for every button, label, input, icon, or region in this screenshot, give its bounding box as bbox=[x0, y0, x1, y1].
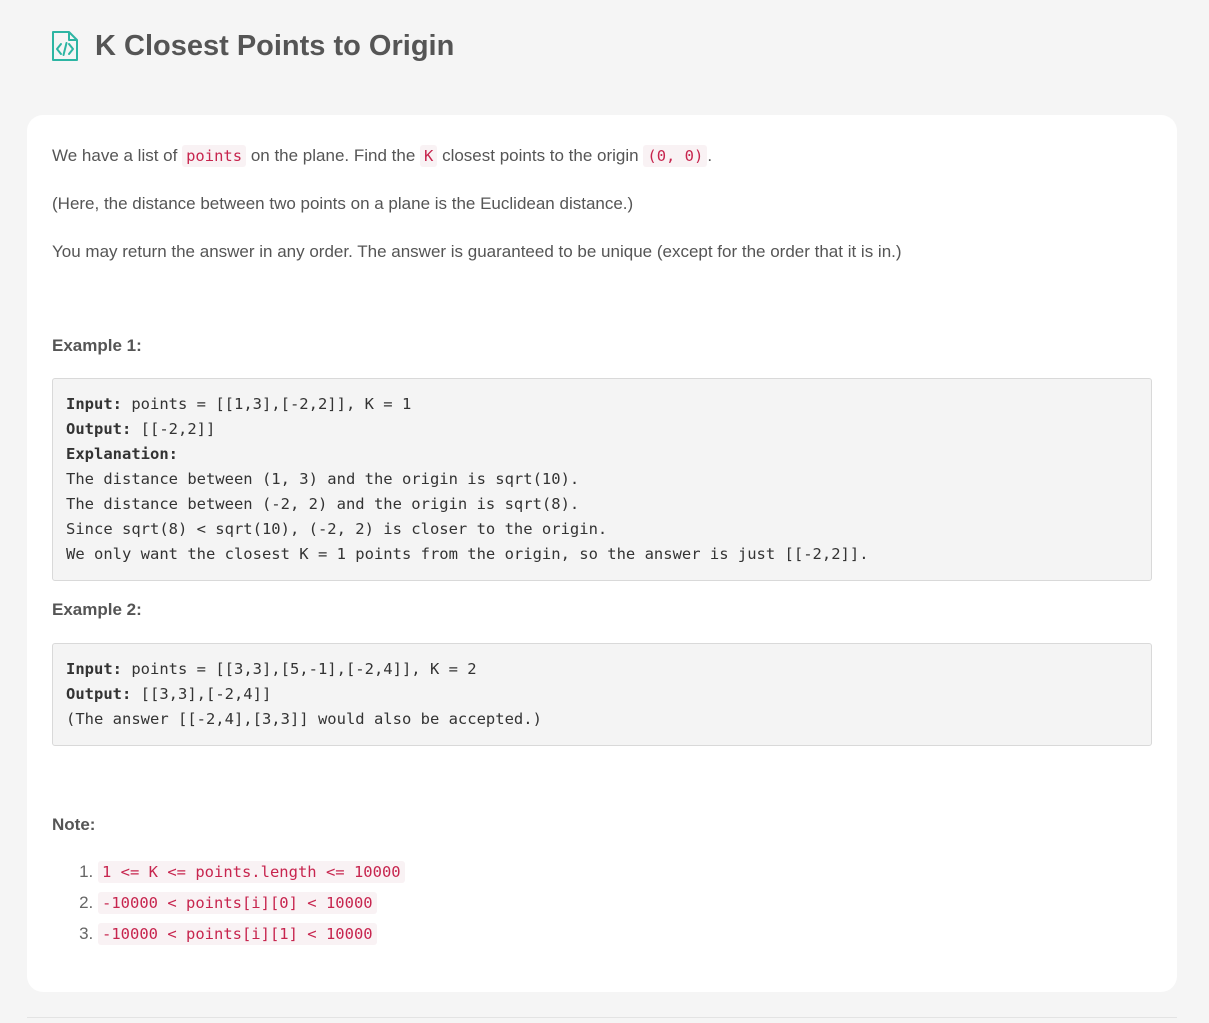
example-1-explanation-line: We only want the closest K = 1 points fr… bbox=[66, 545, 869, 563]
example-1-explanation-line: The distance between (-2, 2) and the ori… bbox=[66, 495, 580, 513]
example-2-output-value: [[3,3],[-2,4]] bbox=[131, 685, 272, 703]
description-paragraph-1: We have a list of points on the plane. F… bbox=[52, 144, 712, 168]
problem-card: We have a list of points on the plane. F… bbox=[27, 115, 1177, 992]
description-text: closest points to the origin bbox=[437, 146, 644, 165]
example-2-heading: Example 2: bbox=[52, 600, 142, 619]
inline-code-points: points bbox=[182, 145, 247, 167]
note-item-code: -10000 < points[i][1] < 10000 bbox=[98, 923, 377, 945]
example-2-code-block: Input: points = [[3,3],[5,-1],[-2,4]], K… bbox=[52, 643, 1152, 746]
note-item: -10000 < points[i][1] < 10000 bbox=[98, 922, 405, 953]
example-1-output-value: [[-2,2]] bbox=[131, 420, 216, 438]
inline-code-origin: (0, 0) bbox=[643, 145, 708, 167]
description-text: We have a list of bbox=[52, 146, 183, 165]
note-heading: Note: bbox=[52, 815, 96, 834]
code-file-icon bbox=[51, 30, 79, 62]
example-1-explanation-label: Explanation: bbox=[66, 445, 178, 463]
note-item: 1 <= K <= points.length <= 10000 bbox=[98, 860, 405, 891]
example-1-input-label: Input: bbox=[66, 395, 122, 413]
example-1-heading: Example 1: bbox=[52, 336, 142, 355]
problem-page: K Closest Points to Origin We have a lis… bbox=[0, 0, 1209, 1023]
note-item-code: -10000 < points[i][0] < 10000 bbox=[98, 892, 377, 914]
example-1-input-value: points = [[1,3],[-2,2]], K = 1 bbox=[122, 395, 412, 413]
example-2-input-value: points = [[3,3],[5,-1],[-2,4]], K = 2 bbox=[122, 660, 477, 678]
description-text: . bbox=[707, 146, 713, 165]
example-1-explanation-line: The distance between (1, 3) and the orig… bbox=[66, 470, 580, 488]
title-row: K Closest Points to Origin bbox=[51, 26, 454, 66]
example-2-input-label: Input: bbox=[66, 660, 122, 678]
description-paragraph-3: You may return the answer in any order. … bbox=[52, 242, 902, 261]
page-title: K Closest Points to Origin bbox=[95, 29, 455, 62]
inline-code-k: K bbox=[420, 145, 438, 167]
example-1-explanation-line: Since sqrt(8) < sqrt(10), (-2, 2) is clo… bbox=[66, 520, 608, 538]
example-1-code-block: Input: points = [[1,3],[-2,2]], K = 1 Ou… bbox=[52, 378, 1152, 581]
description-paragraph-2: (Here, the distance between two points o… bbox=[52, 194, 634, 213]
example-2-output-label: Output: bbox=[66, 685, 132, 703]
description-text: on the plane. Find the bbox=[246, 146, 420, 165]
note-item: -10000 < points[i][0] < 10000 bbox=[98, 891, 405, 922]
example-1-output-label: Output: bbox=[66, 420, 132, 438]
example-2-note-line: (The answer [[-2,4],[3,3]] would also be… bbox=[66, 710, 542, 728]
note-item-code: 1 <= K <= points.length <= 10000 bbox=[98, 861, 405, 883]
note-list: 1 <= K <= points.length <= 10000 -10000 … bbox=[52, 860, 405, 953]
bottom-divider bbox=[27, 1017, 1177, 1018]
